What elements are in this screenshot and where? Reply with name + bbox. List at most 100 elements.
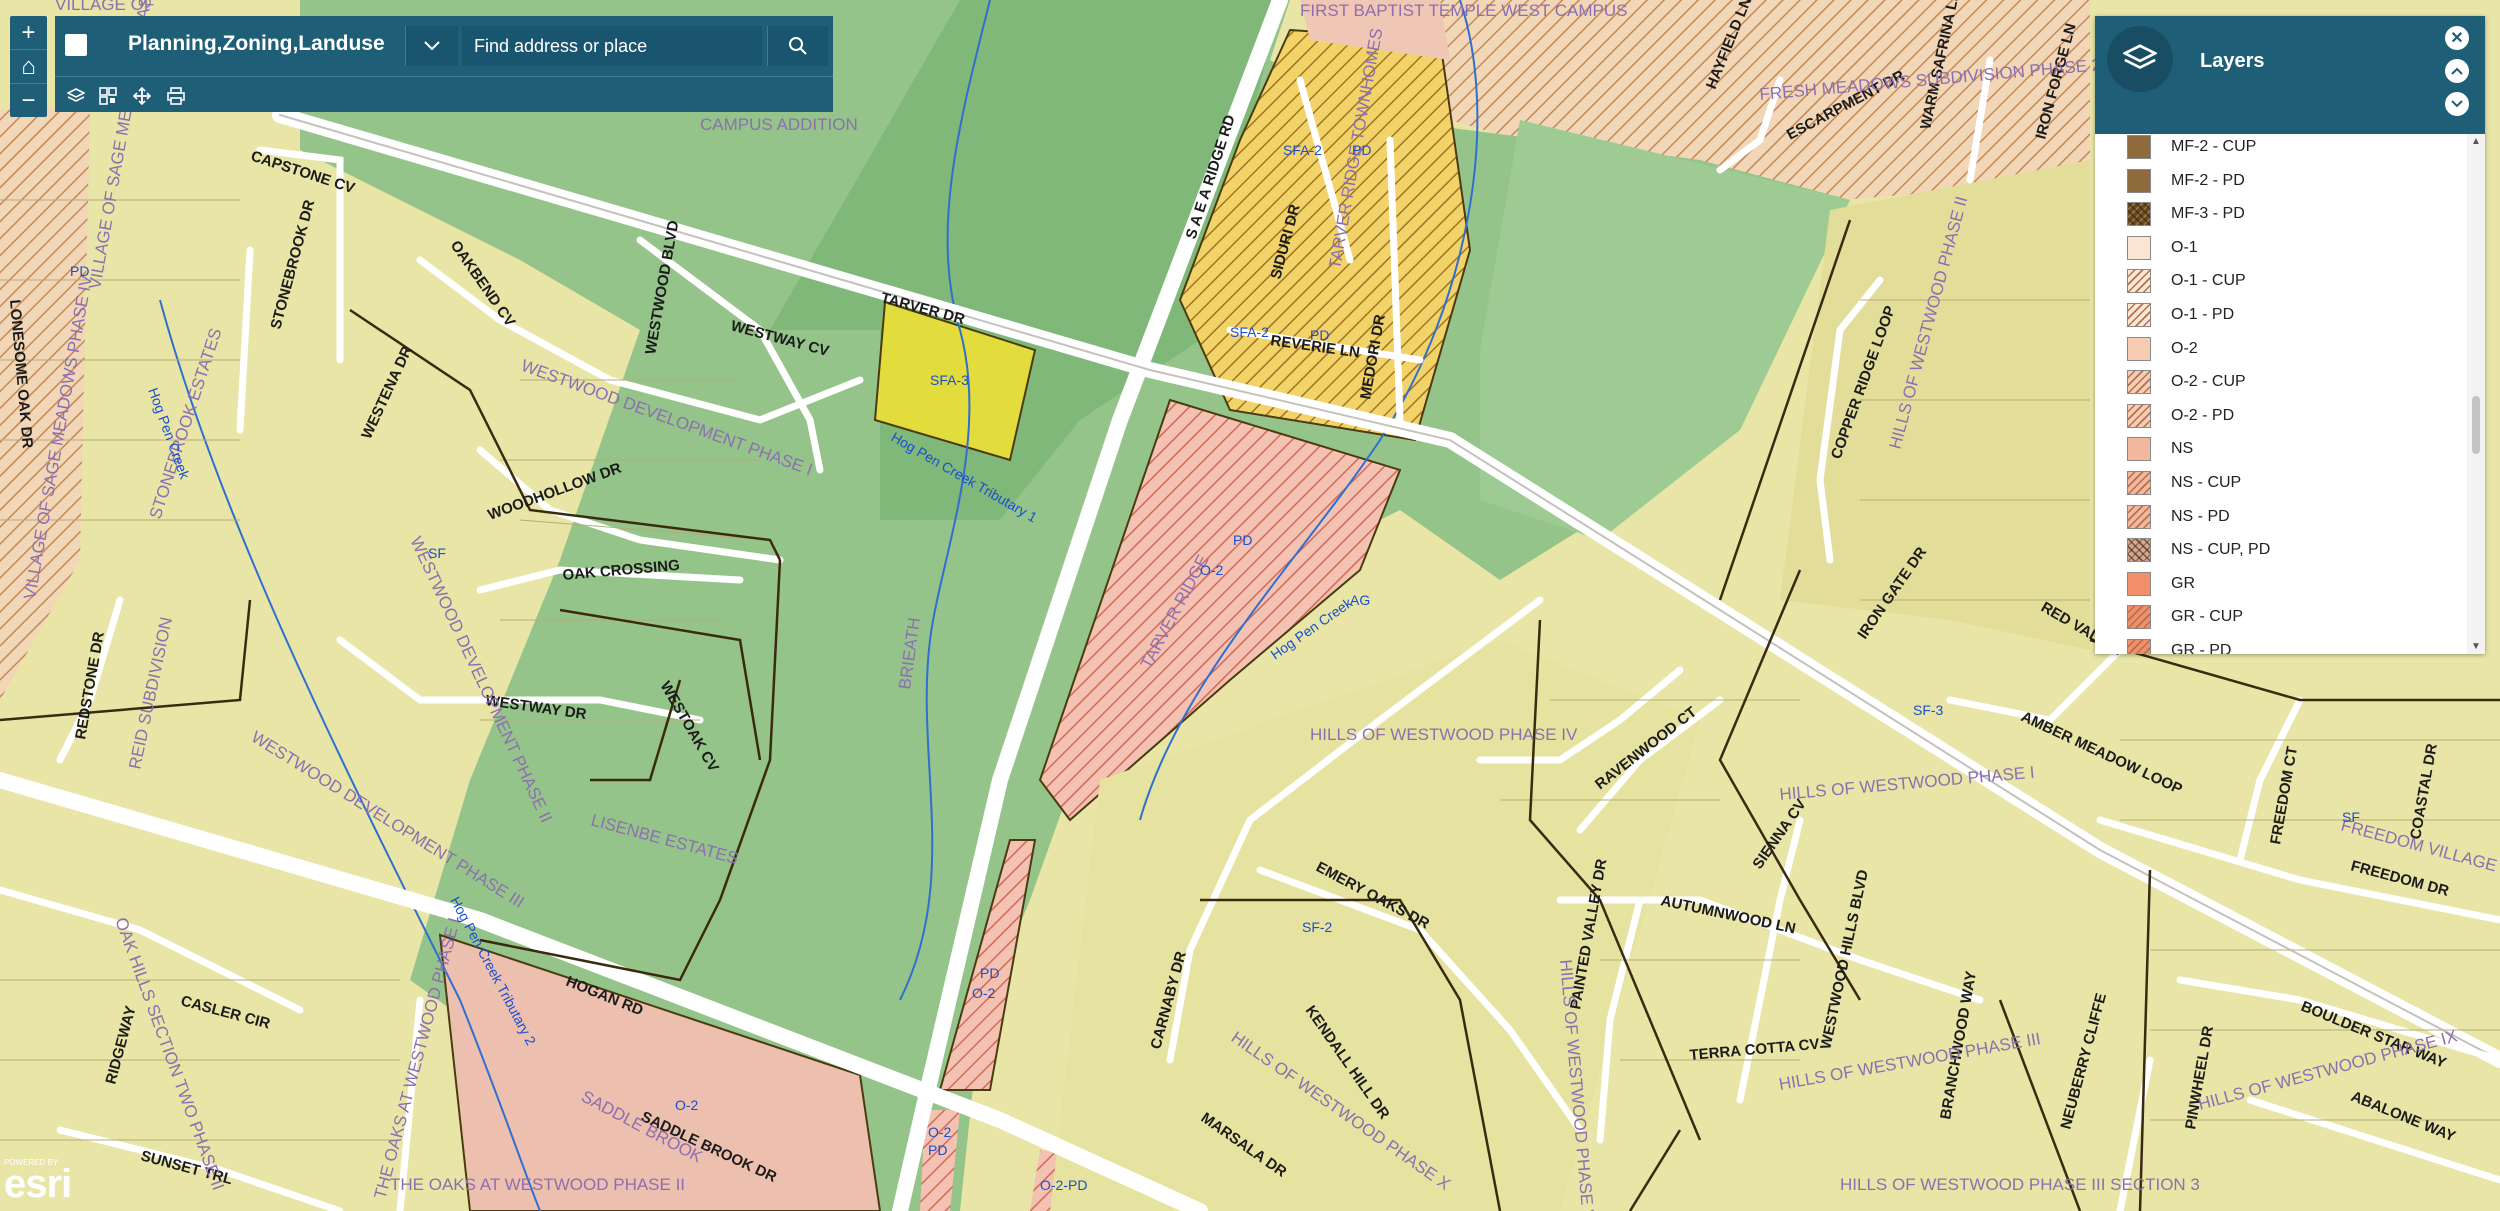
subdivision-label: FIRST BAPTIST TEMPLE WEST CAMPUS (1300, 1, 1627, 20)
zone-label: SFA-2 (1230, 324, 1269, 340)
legend-swatch (2127, 168, 2151, 193)
home-button[interactable]: ⌂ (10, 49, 47, 83)
app-logo (65, 34, 87, 56)
legend-row: MF-2 - CUP (2127, 134, 2256, 162)
chevron-down-icon (2451, 100, 2463, 108)
legend-scrollbar[interactable]: ▲ ▼ (2467, 134, 2485, 654)
legend-row: O-2 (2127, 334, 2198, 364)
zone-label: PD (1310, 327, 1329, 343)
zone-label: PD (928, 1142, 947, 1158)
legend-swatch (2127, 437, 2151, 462)
legend-label: NS - PD (2171, 507, 2230, 525)
legend-label: GR - PD (2171, 642, 2232, 654)
zone-label: SFA-3 (930, 372, 969, 388)
scroll-down-icon[interactable]: ▼ (2471, 641, 2481, 652)
legend-swatch (2127, 336, 2151, 361)
legend-swatch (2127, 403, 2151, 428)
zone-label: SF (428, 545, 446, 561)
subdivision-label: THE OAKS AT WESTWOOD PHASE II (390, 1175, 685, 1194)
subdivision-label: VILLAGE OF (55, 0, 154, 14)
zoom-controls: + ⌂ − (10, 16, 47, 117)
legend-label: NS - CUP (2171, 474, 2242, 491)
legend-row: NS - CUP, PD (2127, 535, 2270, 565)
legend-label: MF-2 - PD (2171, 171, 2245, 189)
search-input[interactable] (462, 26, 762, 66)
move-icon (133, 87, 151, 105)
legend-row: NS (2127, 434, 2193, 464)
legend-row: NS - CUP (2127, 468, 2241, 498)
legend-row: GR - PD (2127, 636, 2231, 654)
zone-label: SF (2342, 809, 2360, 825)
zoom-in-button[interactable]: + (10, 16, 47, 49)
layers-tool-button[interactable] (65, 85, 87, 107)
legend-swatch (2127, 269, 2151, 294)
esri-logo: esri (4, 1162, 72, 1206)
collapse-down-button[interactable] (2445, 92, 2469, 116)
layers-icon (2123, 44, 2157, 69)
legend-row: O-1 - CUP (2127, 266, 2246, 296)
legend-label: O-1 (2171, 238, 2198, 256)
legend-row: O-2 - CUP (2127, 367, 2246, 397)
search-source-dropdown[interactable] (405, 26, 458, 66)
collapse-up-button[interactable] (2445, 59, 2469, 83)
zone-label: O-2 (972, 985, 996, 1001)
legend-swatch (2127, 639, 2151, 654)
subdivision-label: CAMPUS ADDITION (700, 115, 858, 134)
legend-row: MF-3 - PD (2127, 199, 2245, 229)
legend-swatch (2127, 135, 2151, 159)
chevron-up-icon (2451, 67, 2463, 75)
layers-panel-icon (2107, 26, 2173, 92)
legend-row: GR (2127, 569, 2195, 599)
legend-row: O-1 - PD (2127, 300, 2234, 330)
legend-swatch (2127, 571, 2151, 596)
legend-label: NS - CUP, PD (2171, 541, 2271, 559)
legend-swatch (2127, 538, 2151, 563)
legend-label: GR (2171, 574, 2195, 592)
scroll-thumb[interactable] (2472, 396, 2480, 454)
legend-swatch (2127, 605, 2151, 630)
print-tool-button[interactable] (165, 85, 187, 107)
qr-icon (99, 87, 117, 105)
legend-label: O-1 - PD (2171, 306, 2235, 323)
zone-label: SF-3 (1913, 702, 1944, 718)
zone-label: O-2 (1200, 562, 1224, 578)
legend-swatch (2127, 471, 2151, 495)
search-button[interactable] (767, 26, 828, 66)
zone-label: SFA-2 (1283, 142, 1322, 158)
legend-label: MF-2 - CUP (2171, 138, 2257, 155)
legend-swatch (2127, 504, 2151, 529)
search-icon (789, 37, 807, 55)
zone-label: O-2-PD (1040, 1177, 1087, 1193)
layers-panel-header: Layers ✕ (2095, 16, 2485, 134)
legend-label: O-1 - CUP (2171, 272, 2246, 290)
app-title: Planning,Zoning,Landuse (128, 32, 385, 55)
legend-swatch (2127, 235, 2151, 260)
close-button[interactable]: ✕ (2445, 26, 2469, 50)
scroll-up-icon[interactable]: ▲ (2471, 136, 2481, 147)
close-icon: ✕ (2450, 30, 2464, 47)
legend-row: MF-2 - PD (2127, 166, 2245, 196)
subdivision-label: HILLS OF WESTWOOD PHASE IV (1310, 725, 1578, 744)
zone-label: PD (70, 263, 89, 279)
header-toolbar: Planning,Zoning,Landuse (55, 16, 833, 112)
zone-label: O-2 (675, 1097, 699, 1113)
legend-row: O-2 - PD (2127, 401, 2234, 431)
legend-row: GR - CUP (2127, 602, 2243, 632)
move-tool-button[interactable] (131, 85, 153, 107)
zoom-out-button[interactable]: − (10, 83, 47, 117)
legend-label: GR - CUP (2171, 608, 2243, 626)
legend-row: NS - PD (2127, 502, 2230, 532)
legend-label: O-2 - PD (2171, 406, 2235, 424)
esri-attribution: POWERED BY esri (4, 1158, 72, 1206)
legend-swatch (2127, 202, 2151, 227)
legend-label: O-2 (2171, 339, 2198, 357)
qr-tool-button[interactable] (97, 85, 119, 107)
print-icon (167, 87, 185, 105)
zone-label: O-2 (928, 1124, 952, 1140)
layers-panel: Layers ✕ MF-2 - CUP MF-2 - PD MF-3 - PD O-1… (2095, 16, 2485, 654)
legend-label: NS (2171, 440, 2194, 458)
zone-label: PD (1233, 532, 1252, 548)
layers-icon (67, 88, 85, 102)
legend-list[interactable]: MF-2 - CUP MF-2 - PD MF-3 - PD O-1 O-1 - CUP… (2095, 134, 2467, 654)
zone-label: PD (1352, 142, 1371, 158)
